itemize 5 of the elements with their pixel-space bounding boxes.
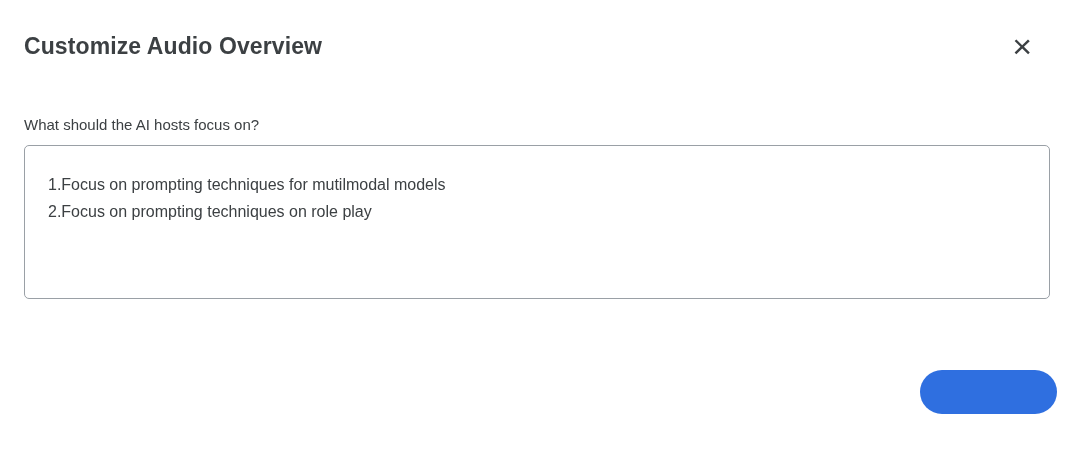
dialog-title: Customize Audio Overview	[24, 32, 323, 60]
action-button[interactable]	[920, 370, 1057, 414]
text-field[interactable]: 1.Focus on prompting techniques for mutilmodal models 2.Focus on prompting techniques on role play	[24, 145, 1050, 299]
close-button[interactable]: ×	[1006, 31, 1038, 61]
field-label: What should the AI hosts focus on?	[24, 116, 260, 133]
